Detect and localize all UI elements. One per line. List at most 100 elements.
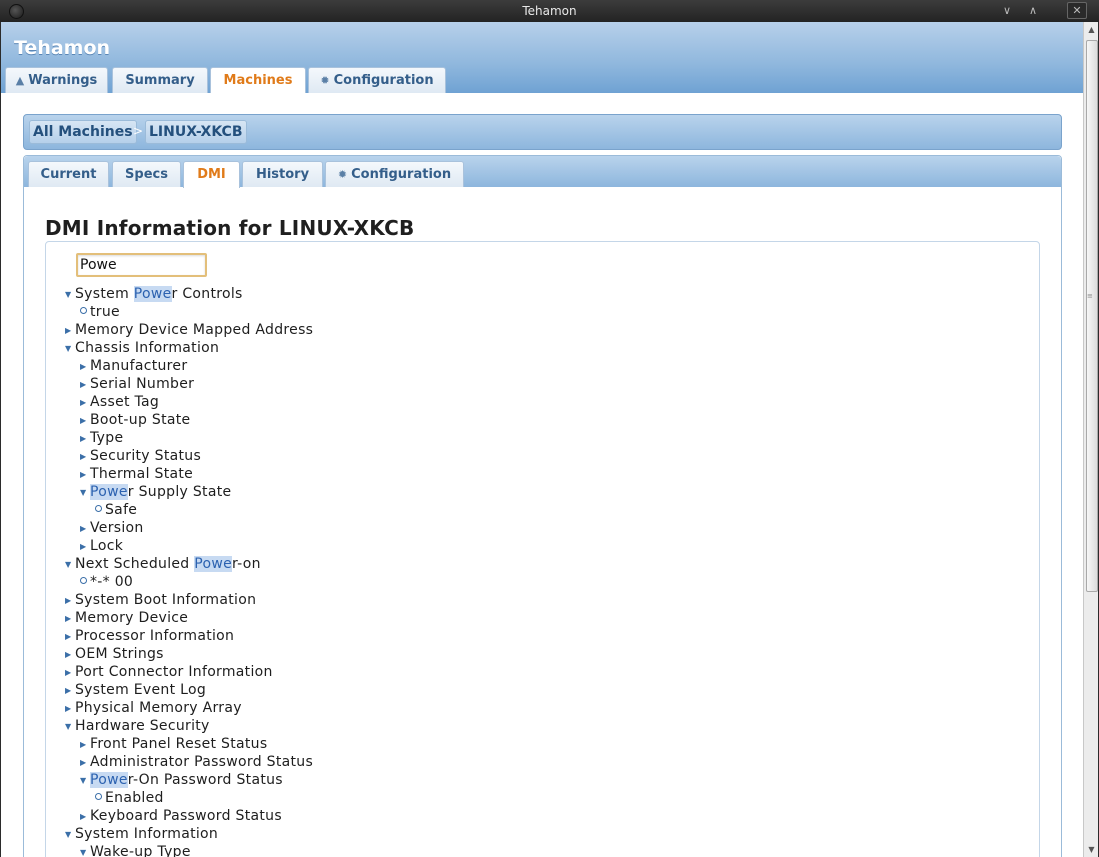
collapsed-triangle-icon[interactable]: ▶ [80,520,90,538]
tab-machines[interactable]: Machines [210,67,306,94]
tree-node[interactable]: ▶ Type [80,429,123,447]
page-title: DMI Information for LINUX-XKCB [45,216,415,240]
tab-summary[interactable]: Summary [112,67,208,93]
leaf-bullet-icon [95,505,102,512]
tree-label: System Information [75,826,219,842]
expanded-triangle-icon[interactable]: ▼ [65,718,75,736]
subtab-current[interactable]: Current [28,161,109,187]
expanded-triangle-icon[interactable]: ▼ [80,772,90,790]
scroll-down-icon[interactable]: ▼ [1084,842,1098,857]
tree-node[interactable]: ▶ System Boot Information [65,591,256,609]
search-highlight: Powe [194,556,233,572]
tree-label: *-* 00 [90,574,134,590]
collapsed-triangle-icon[interactable]: ▶ [65,646,75,664]
tree-label: Chassis Information [75,340,220,356]
tree-node[interactable]: ▶ Serial Number [80,375,194,393]
collapsed-triangle-icon[interactable]: ▶ [80,736,90,754]
collapsed-triangle-icon[interactable]: ▶ [80,754,90,772]
tree-label: Wake-up Type [90,844,191,857]
collapsed-triangle-icon[interactable]: ▶ [80,808,90,826]
tree-node[interactable]: ▶ Memory Device Mapped Address [65,321,313,339]
tree-node[interactable]: ▼ Chassis Information [65,339,219,357]
expanded-triangle-icon[interactable]: ▼ [65,340,75,358]
collapsed-triangle-icon[interactable]: ▶ [80,376,90,394]
subtab-configuration[interactable]: ✹ Configuration [325,161,464,187]
expanded-triangle-icon[interactable]: ▼ [65,826,75,844]
collapsed-triangle-icon[interactable]: ▶ [65,628,75,646]
collapsed-triangle-icon[interactable]: ▶ [65,592,75,610]
tree-node[interactable]: ▼ System Information [65,825,218,843]
tree-node[interactable]: ▶ Front Panel Reset Status [80,735,267,753]
expanded-triangle-icon[interactable]: ▼ [65,556,75,574]
subtab-specs[interactable]: Specs [112,161,181,187]
maximize-icon[interactable]: ∧ [1022,2,1044,19]
tree-label: Type [90,430,124,446]
tree-node[interactable]: ▼ System Power Controls [65,285,243,303]
collapsed-triangle-icon[interactable]: ▶ [80,430,90,448]
tree-node[interactable]: ▶ Asset Tag [80,393,159,411]
tree-label: true [90,304,120,320]
collapsed-triangle-icon[interactable]: ▶ [80,466,90,484]
tree-node[interactable]: ▶ Keyboard Password Status [80,807,282,825]
collapsed-triangle-icon[interactable]: ▶ [80,448,90,466]
tree-node[interactable]: ▼ Hardware Security [65,717,210,735]
tree-label: Boot-up State [90,412,191,428]
breadcrumb-current[interactable]: LINUX-XKCB [145,120,247,144]
window-titlebar: Tehamon ∨ ∧ ✕ [0,0,1099,22]
collapsed-triangle-icon[interactable]: ▶ [80,412,90,430]
tree-node[interactable]: ▶ System Event Log [65,681,206,699]
tree-node[interactable]: ▼ Power Supply State [80,483,231,501]
tree-node[interactable]: ▼ Next Scheduled Power-on [65,555,261,573]
close-icon[interactable]: ✕ [1067,2,1087,19]
collapsed-triangle-icon[interactable]: ▶ [80,538,90,556]
tree-leaf[interactable]: Safe [95,501,137,519]
tree-leaf[interactable]: *-* 00 [80,573,133,591]
collapsed-triangle-icon[interactable]: ▶ [80,358,90,376]
tree-label: System Event Log [75,682,207,698]
expanded-triangle-icon[interactable]: ▼ [80,484,90,502]
filter-input[interactable] [76,253,207,277]
collapsed-triangle-icon[interactable]: ▶ [65,610,75,628]
subtab-label: DMI [197,167,226,182]
tab-configuration[interactable]: ✹ Configuration [308,67,446,93]
tree-leaf[interactable]: true [80,303,120,321]
tree-label: Processor Information [75,628,235,644]
tree-node[interactable]: ▶ Processor Information [65,627,234,645]
scrollbar-thumb[interactable] [1086,40,1098,592]
tree-node[interactable]: ▶ Security Status [80,447,201,465]
scroll-up-icon[interactable]: ▲ [1084,22,1098,37]
tree-label: Power Supply State [90,484,232,500]
vertical-scrollbar[interactable]: ▲ ≡ ▼ [1083,22,1098,857]
collapsed-triangle-icon[interactable]: ▶ [65,682,75,700]
tree-node[interactable]: ▼ Power-On Password Status [80,771,283,789]
subtab-dmi[interactable]: DMI [183,161,240,188]
tree-label: Safe [105,502,138,518]
tree-node[interactable]: ▶ Manufacturer [80,357,187,375]
tree-node[interactable]: ▶ Thermal State [80,465,193,483]
tree-node[interactable]: ▶ Version [80,519,144,537]
app-header: Tehamon ▲ Warnings Summary Machines ✹ Conf… [1,22,1083,94]
tab-label: Warnings [28,73,98,88]
tree-node[interactable]: ▶ Memory Device [65,609,188,627]
minimize-icon[interactable]: ∨ [996,2,1018,19]
breadcrumb-separator: > [133,124,144,138]
breadcrumb-all-machines[interactable]: All Machines [29,120,137,144]
tree-leaf[interactable]: Enabled [95,789,164,807]
tree-node[interactable]: ▶ Port Connector Information [65,663,273,681]
subtab-history[interactable]: History [242,161,323,187]
collapsed-triangle-icon[interactable]: ▶ [80,394,90,412]
expanded-triangle-icon[interactable]: ▼ [80,844,90,857]
tree-node[interactable]: ▶ Lock [80,537,123,555]
tree-node[interactable]: ▼ Wake-up Type [80,843,191,857]
tab-warnings[interactable]: ▲ Warnings [5,67,108,93]
collapsed-triangle-icon[interactable]: ▶ [65,322,75,340]
tree-node[interactable]: ▶ Boot-up State [80,411,190,429]
collapsed-triangle-icon[interactable]: ▶ [65,664,75,682]
tree-node[interactable]: ▶ Administrator Password Status [80,753,313,771]
tree-node[interactable]: ▶ Physical Memory Array [65,699,242,717]
collapsed-triangle-icon[interactable]: ▶ [65,700,75,718]
tree-label: Next Scheduled Power-on [75,556,261,572]
tree-node[interactable]: ▶ OEM Strings [65,645,164,663]
expanded-triangle-icon[interactable]: ▼ [65,286,75,304]
scrollbar-grip-icon: ≡ [1087,292,1093,300]
